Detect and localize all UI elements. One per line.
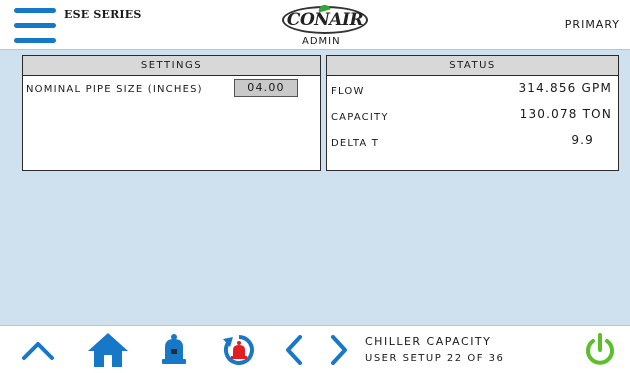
- up-button[interactable]: [18, 331, 58, 369]
- mode-label: PRIMARY: [564, 18, 620, 31]
- alarm-history-button[interactable]: [219, 331, 259, 369]
- bell-icon: [162, 334, 186, 364]
- status-row: DELTA T 9.9: [327, 128, 618, 154]
- power-icon: [586, 333, 614, 365]
- screen-name: CHILLER CAPACITY: [365, 335, 492, 348]
- logo-text: CONAIR: [286, 10, 364, 30]
- user-level-label: ADMIN: [302, 36, 341, 47]
- status-value: 130.078 TON: [519, 107, 612, 121]
- chevron-right-icon: [331, 335, 347, 365]
- menu-line-icon: [14, 38, 56, 43]
- setting-label: NOMINAL PIPE SIZE (INCHES): [26, 84, 203, 95]
- menu-button[interactable]: [14, 6, 58, 44]
- alarm-button[interactable]: [158, 331, 190, 369]
- status-label: DELTA T: [331, 138, 380, 149]
- series-label: ESE SERIES: [64, 8, 142, 21]
- footer-bar: CHILLER CAPACITY USER SETUP 22 OF 36: [0, 325, 630, 373]
- settings-panel: SETTINGS NOMINAL PIPE SIZE (INCHES) 04.0…: [22, 55, 321, 171]
- next-button[interactable]: [327, 331, 351, 369]
- status-panel: STATUS FLOW 314.856 GPM CAPACITY 130.078…: [326, 55, 619, 171]
- status-label: FLOW: [331, 86, 365, 97]
- home-icon: [88, 333, 128, 367]
- status-row: FLOW 314.856 GPM: [327, 76, 618, 102]
- settings-title: SETTINGS: [23, 56, 320, 76]
- power-button[interactable]: [582, 331, 618, 369]
- screen-page-indicator: USER SETUP 22 OF 36: [365, 353, 505, 364]
- alarm-history-icon: [223, 335, 254, 365]
- status-label: CAPACITY: [331, 112, 389, 123]
- menu-line-icon: [14, 23, 56, 28]
- status-value: 314.856 GPM: [518, 81, 612, 95]
- status-value: 9.9: [571, 133, 594, 147]
- conair-logo: CONAIR: [282, 3, 368, 34]
- header-bar: ESE SERIES CONAIR ADMIN PRIMARY: [0, 0, 630, 50]
- menu-line-icon: [14, 8, 56, 13]
- status-row: CAPACITY 130.078 TON: [327, 102, 618, 128]
- chevron-left-icon: [286, 335, 302, 365]
- pipe-size-input[interactable]: 04.00: [234, 79, 298, 97]
- status-title: STATUS: [327, 56, 618, 76]
- setting-row: NOMINAL PIPE SIZE (INCHES) 04.00: [23, 76, 320, 102]
- previous-button[interactable]: [282, 331, 306, 369]
- home-button[interactable]: [86, 331, 130, 369]
- chevron-up-icon: [22, 342, 54, 360]
